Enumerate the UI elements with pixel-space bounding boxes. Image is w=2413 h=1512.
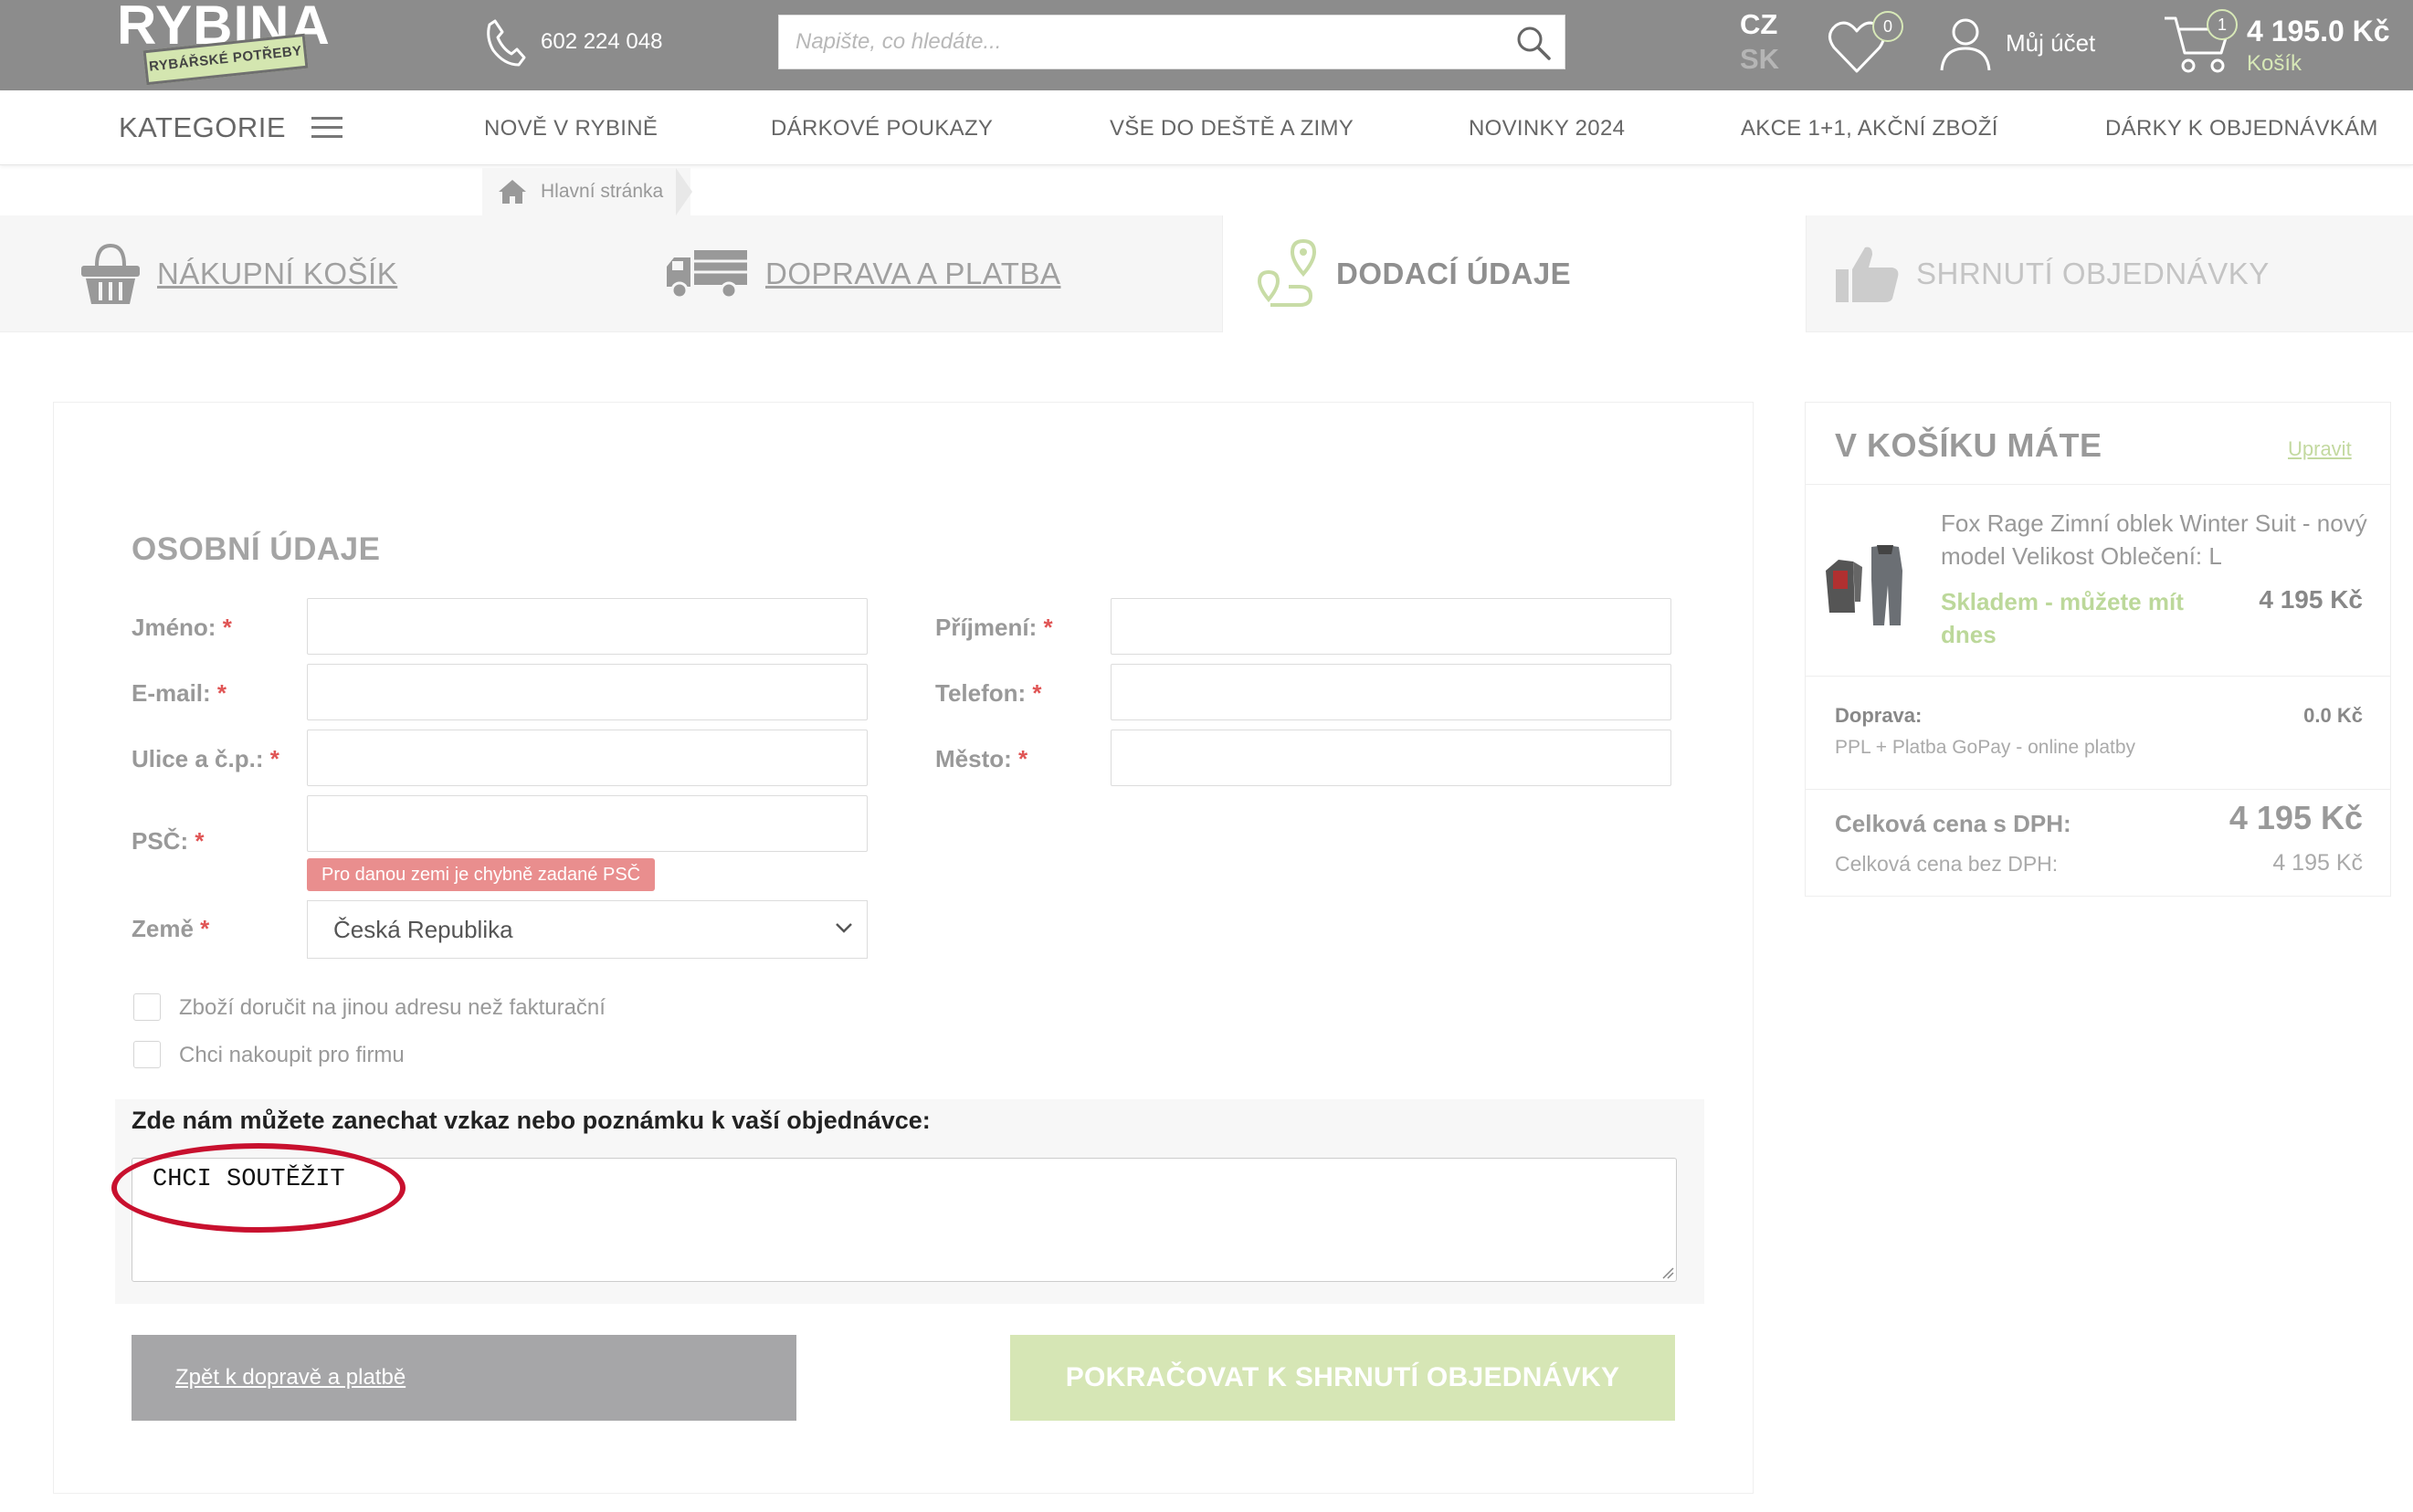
street-label: Ulice a č.p.: * [132, 745, 279, 772]
header-phone[interactable]: 602 224 048 [484, 15, 662, 69]
categories-menu-button[interactable]: KATEGORIE [119, 110, 343, 144]
shipping-description: PPL + Platba GoPay - online platby [1835, 737, 2136, 758]
order-note-label: Zde nám můžete zanechat vzkaz nebo pozná… [132, 1107, 931, 1134]
search-box [778, 15, 1565, 69]
step-summary: SHRNUTÍ OBJEDNÁVKY [1832, 215, 2380, 332]
search-input[interactable] [779, 16, 1491, 68]
hamburger-icon [311, 110, 343, 144]
nav-item-order-gifts[interactable]: DÁRKY K OBJEDNÁVKÁM [2105, 116, 2378, 142]
edit-cart-link[interactable]: Upravit [2288, 437, 2352, 461]
total-without-vat-label: Celková cena bez DPH: [1835, 852, 2059, 876]
highlight-ellipse [111, 1143, 406, 1233]
street-input[interactable] [307, 730, 868, 786]
main-nav: KATEGORIE NOVĚ V RYBINĚ DÁRKOVÉ POUKAZY … [0, 90, 2413, 165]
top-header: RYBINA RYBÁŘSKÉ POTŘEBY 602 224 048 CZ S… [0, 0, 2413, 90]
account-button[interactable]: Můj účet [1936, 11, 2095, 75]
first-name-input[interactable] [307, 598, 868, 655]
cart-count-badge: 1 [2207, 9, 2238, 40]
total-with-vat-label: Celková cena s DPH: [1835, 810, 2071, 837]
cart-price: 4 195.0 Kč [2247, 15, 2390, 47]
location-route-icon [1257, 238, 1317, 307]
account-label: Můj účet [2006, 28, 2096, 57]
email-input[interactable] [307, 664, 868, 720]
basket-icon [81, 243, 140, 304]
product-stock-status: Skladem - můžete mít dnes [1941, 588, 2184, 648]
step-summary-label: SHRNUTÍ OBJEDNÁVKY [1916, 257, 2270, 290]
product-price: 4 195 Kč [2259, 585, 2363, 614]
step-shipping[interactable]: DOPRAVA A PLATBA [663, 215, 1211, 332]
step-delivery-label: DODACÍ ÚDAJE [1336, 257, 1572, 290]
nav-item-new[interactable]: NOVĚ V RYBINĚ [484, 116, 658, 142]
email-label: E-mail: * [132, 679, 227, 707]
site-logo[interactable]: RYBINA RYBÁŘSKÉ POTŘEBY [117, 0, 356, 86]
user-icon [1940, 18, 1991, 71]
categories-label: KATEGORIE [119, 110, 287, 143]
city-label: Město: * [935, 745, 1028, 772]
breadcrumb-separator [676, 168, 693, 215]
shipping-label: Doprava: [1835, 704, 1923, 727]
city-input[interactable] [1111, 730, 1671, 786]
wishlist-button[interactable]: 0 [1827, 11, 1909, 75]
country-select[interactable]: Česká Republika [307, 900, 868, 959]
resize-handle-icon[interactable] [1660, 1265, 1674, 1279]
last-name-input[interactable] [1111, 598, 1671, 655]
first-name-label: Jméno: * [132, 614, 232, 641]
cart-summary: V KOŠÍKU MÁTE Upravit Fox Rage Zimní obl… [1805, 402, 2391, 897]
nav-item-rain-winter[interactable]: VŠE DO DEŠTĚ A ZIMY [1110, 116, 1354, 142]
cart-button[interactable]: 1 4 195.0 Kč Košík [2163, 7, 2409, 80]
phone-number: 602 224 048 [541, 29, 663, 54]
thumbs-up-icon [1836, 247, 1899, 302]
zip-error-message: Pro danou zemi je chybně zadané PSČ [307, 858, 656, 891]
cart-item: Fox Rage Zimní oblek Winter Suit - nový … [1806, 485, 2390, 677]
home-icon [499, 180, 526, 204]
phone-icon [487, 19, 526, 67]
country-label: Země * [132, 915, 210, 942]
phone-input[interactable] [1111, 664, 1671, 720]
lang-sk[interactable]: SK [1740, 42, 1779, 77]
nav-item-news-2024[interactable]: NOVINKY 2024 [1469, 116, 1625, 142]
phone-label: Telefon: * [935, 679, 1042, 707]
lang-cz[interactable]: CZ [1740, 7, 1779, 42]
cart-summary-title: V KOŠÍKU MÁTE [1835, 426, 2102, 464]
product-thumbnail[interactable] [1817, 534, 1917, 635]
shipping-value: 0.0 Kč [2303, 704, 2363, 727]
breadcrumb-home[interactable]: Hlavní stránka [541, 181, 663, 203]
step-cart[interactable]: NÁKUPNÍ KOŠÍK [79, 215, 590, 332]
continue-to-summary-button[interactable]: POKRAČOVAT K SHRNUTÍ OBJEDNÁVKY [1010, 1335, 1675, 1421]
section-title-personal: OSOBNÍ ÚDAJE [132, 531, 381, 567]
nav-item-gift-vouchers[interactable]: DÁRKOVÉ POUKAZY [771, 116, 993, 142]
total-without-vat-value: 4 195 Kč [2272, 850, 2363, 876]
company-checkbox[interactable] [133, 1041, 161, 1068]
wishlist-count-badge: 0 [1872, 11, 1903, 42]
cart-label: Košík [2247, 51, 2302, 76]
last-name-label: Příjmení: * [935, 614, 1053, 641]
chevron-down-icon [836, 923, 852, 933]
language-switch: CZ SK [1740, 7, 1779, 77]
company-label[interactable]: Chci nakoupit pro firmu [179, 1043, 405, 1068]
breadcrumb: Hlavní stránka [482, 168, 693, 215]
zip-input[interactable] [307, 795, 868, 852]
step-delivery[interactable]: DODACÍ ÚDAJE [1222, 215, 1807, 332]
zip-label: PSČ: * [132, 827, 205, 855]
checkout-steps: NÁKUPNÍ KOŠÍK DOPRAVA A PLATBA DODACÍ ÚD… [0, 215, 2413, 332]
other-address-label[interactable]: Zboží doručit na jinou adresu než faktur… [179, 995, 606, 1021]
other-address-checkbox[interactable] [133, 993, 161, 1021]
truck-icon [667, 250, 747, 299]
back-to-shipping-button[interactable]: Zpět k dopravě a platbě [132, 1335, 796, 1421]
total-with-vat-value: 4 195 Kč [2229, 799, 2363, 836]
search-icon[interactable] [1515, 25, 1552, 61]
shipping-summary: Doprava: 0.0 Kč PPL + Platba GoPay - onl… [1806, 677, 2390, 790]
step-cart-label: NÁKUPNÍ KOŠÍK [157, 257, 398, 290]
step-shipping-label: DOPRAVA A PLATBA [765, 257, 1061, 290]
nav-item-sale[interactable]: AKCE 1+1, AKČNÍ ZBOŽÍ [1741, 116, 1998, 142]
product-name[interactable]: Fox Rage Zimní oblek Winter Suit - nový … [1941, 507, 2370, 572]
country-selected-value: Česká Republika [333, 916, 513, 943]
cart-summary-header: V KOŠÍKU MÁTE Upravit [1806, 403, 2390, 485]
